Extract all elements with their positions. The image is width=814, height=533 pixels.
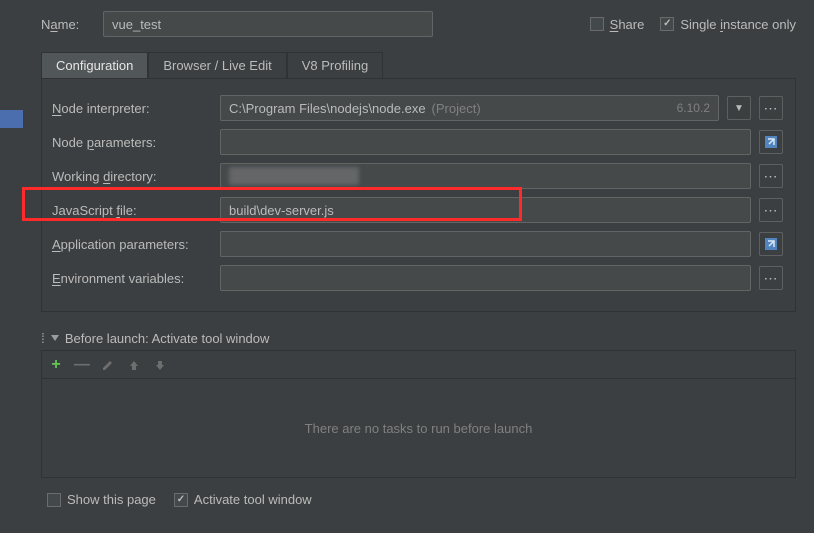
- single-instance-label: Single instance only: [680, 17, 796, 32]
- expand-application-parameters[interactable]: [759, 232, 783, 256]
- version-node-interpreter: 6.10.2: [677, 101, 710, 115]
- field-node-interpreter[interactable]: C:\Program Files\nodejs\node.exe (Projec…: [220, 95, 719, 121]
- arrow-up-icon: [128, 359, 140, 371]
- row-node-interpreter: Node interpreter: C:\Program Files\nodej…: [52, 91, 783, 125]
- main-panel: Name: Share Single instance only Configu…: [23, 0, 814, 533]
- field-environment-variables[interactable]: [220, 265, 751, 291]
- row-javascript-file: JavaScript file: build\dev-server.js: [52, 193, 783, 227]
- row-working-directory: Working directory:: [52, 159, 783, 193]
- tab-panel-configuration: Node interpreter: C:\Program Files\nodej…: [41, 78, 796, 312]
- tab-configuration[interactable]: Configuration: [41, 52, 148, 78]
- label-application-parameters: Application parameters:: [52, 237, 212, 252]
- row-node-parameters: Node parameters:: [52, 125, 783, 159]
- row-environment-variables: Environment variables:: [52, 261, 783, 295]
- name-input[interactable]: [103, 11, 433, 37]
- share-label: Share: [610, 17, 645, 32]
- field-working-directory[interactable]: [220, 163, 751, 189]
- browse-javascript-file[interactable]: [759, 198, 783, 222]
- tab-v8-profiling[interactable]: V8 Profiling: [287, 52, 383, 78]
- value-javascript-file: build\dev-server.js: [229, 203, 334, 218]
- label-environment-variables: Environment variables:: [52, 271, 212, 286]
- show-this-page-label: Show this page: [67, 492, 156, 507]
- before-launch-section: ⁞ Before launch: Activate tool window + …: [41, 330, 796, 507]
- browse-working-directory[interactable]: [759, 164, 783, 188]
- field-javascript-file[interactable]: build\dev-server.js: [220, 197, 751, 223]
- share-checkbox[interactable]: Share: [590, 17, 645, 32]
- expand-icon: [764, 135, 778, 149]
- checkbox-icon: [660, 17, 674, 31]
- before-launch-title: Before launch: Activate tool window: [65, 331, 270, 346]
- label-node-parameters: Node parameters:: [52, 135, 212, 150]
- before-launch-empty-text: There are no tasks to run before launch: [305, 421, 533, 436]
- decorator-icon: ⁞: [41, 330, 45, 346]
- top-right-options: Share Single instance only: [590, 17, 796, 32]
- arrow-down-icon: [154, 359, 166, 371]
- collapse-icon: [51, 335, 59, 341]
- tab-browser-live-edit[interactable]: Browser / Live Edit: [148, 52, 286, 78]
- label-working-directory: Working directory:: [52, 169, 212, 184]
- remove-task-button[interactable]: —: [74, 357, 90, 373]
- expand-icon: [764, 237, 778, 251]
- move-up-button[interactable]: [126, 357, 142, 373]
- row-application-parameters: Application parameters:: [52, 227, 783, 261]
- field-node-parameters[interactable]: [220, 129, 751, 155]
- value-working-directory: [229, 167, 359, 185]
- hint-node-interpreter: (Project): [432, 101, 481, 116]
- field-application-parameters[interactable]: [220, 231, 751, 257]
- browse-node-interpreter[interactable]: [759, 96, 783, 120]
- browse-environment-variables[interactable]: [759, 266, 783, 290]
- pencil-icon: [102, 359, 114, 371]
- show-this-page-checkbox[interactable]: Show this page: [47, 492, 156, 507]
- activate-tool-window-label: Activate tool window: [194, 492, 312, 507]
- tabs-bar: Configuration Browser / Live Edit V8 Pro…: [41, 50, 796, 78]
- name-label: Name:: [41, 17, 103, 32]
- before-launch-body: There are no tasks to run before launch: [41, 378, 796, 478]
- before-launch-header[interactable]: ⁞ Before launch: Activate tool window: [41, 330, 796, 346]
- single-instance-checkbox[interactable]: Single instance only: [660, 17, 796, 32]
- move-down-button[interactable]: [152, 357, 168, 373]
- checkbox-icon: [174, 493, 188, 507]
- tabs-container: Configuration Browser / Live Edit V8 Pro…: [41, 50, 796, 312]
- label-node-interpreter: Node interpreter:: [52, 101, 212, 116]
- add-task-button[interactable]: +: [48, 357, 64, 373]
- checkbox-icon: [47, 493, 61, 507]
- gutter-selection: [0, 110, 23, 128]
- value-node-interpreter: C:\Program Files\nodejs\node.exe: [229, 101, 426, 116]
- expand-node-parameters[interactable]: [759, 130, 783, 154]
- dropdown-node-interpreter[interactable]: [727, 96, 751, 120]
- left-gutter: [0, 0, 23, 533]
- before-launch-toolbar: + —: [41, 350, 796, 378]
- top-row: Name: Share Single instance only: [41, 6, 796, 42]
- label-javascript-file: JavaScript file:: [52, 203, 212, 218]
- checkbox-icon: [590, 17, 604, 31]
- activate-tool-window-checkbox[interactable]: Activate tool window: [174, 492, 312, 507]
- edit-task-button[interactable]: [100, 357, 116, 373]
- before-launch-footer: Show this page Activate tool window: [41, 492, 796, 507]
